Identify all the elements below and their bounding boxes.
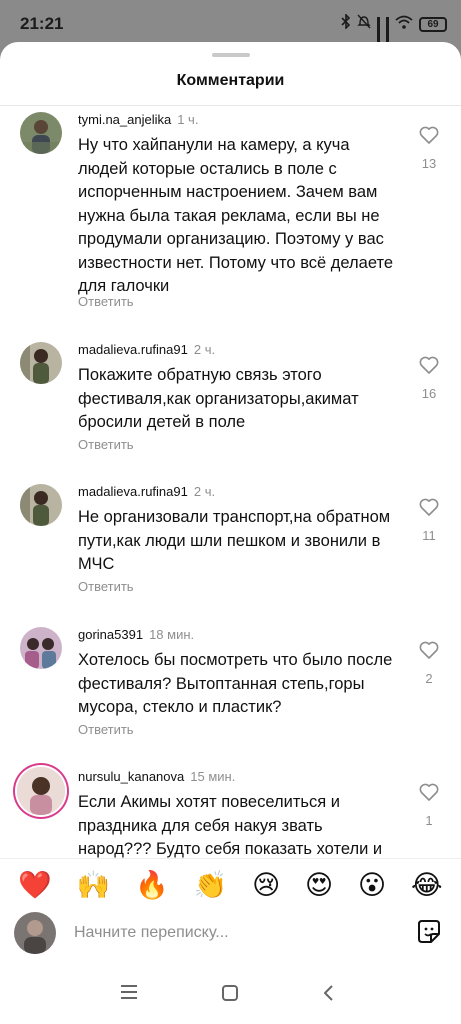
reply-button[interactable]: Ответить <box>78 294 134 309</box>
signal-icon <box>377 17 380 51</box>
system-nav-bar <box>0 960 461 1024</box>
signal-icon-2 <box>386 17 389 51</box>
comment-time: 18 мин. <box>149 627 195 642</box>
username[interactable]: madalieva.rufina91 <box>78 342 188 357</box>
comment-time: 2 ч. <box>193 484 216 499</box>
status-time: 21:21 <box>20 14 64 33</box>
emoji-laughing[interactable]: 😂 <box>411 870 443 900</box>
sticker-icon <box>418 920 440 943</box>
comment-header: madalieva.rufina91 2 ч. <box>78 484 215 499</box>
comment-header: tymi.na_anjelika 1 ч. <box>78 112 198 127</box>
like-button[interactable]: 1 <box>417 783 441 828</box>
compose-bar: Начните переписку... <box>0 910 461 958</box>
emoji-clap[interactable]: 👏 <box>194 870 228 900</box>
like-button[interactable]: 13 <box>417 126 441 171</box>
username[interactable]: gorina5391 <box>78 627 143 642</box>
comment-text: Покажите обратную связь этого фестиваля,… <box>78 366 359 431</box>
comment-text: Не организовали транспорт,на обратном пу… <box>78 508 391 573</box>
emoji-heart[interactable]: ❤️ <box>18 870 52 900</box>
comment-text: Если Акимы хотят повеселиться и праздник… <box>78 793 383 858</box>
like-count: 2 <box>425 671 433 686</box>
like-button[interactable]: 16 <box>417 356 441 401</box>
menu-nav-icon[interactable] <box>120 984 138 1005</box>
emoji-fire[interactable]: 🔥 <box>135 870 169 900</box>
sheet-title: Комментарии <box>176 72 285 89</box>
username[interactable]: madalieva.rufina91 <box>78 484 188 499</box>
battery-icon: 69 <box>419 16 447 32</box>
comment-input[interactable]: Начните переписку... <box>74 924 229 942</box>
my-avatar <box>14 912 56 954</box>
drag-handle[interactable] <box>212 53 250 57</box>
heart-icon <box>419 498 439 516</box>
avatar[interactable] <box>20 112 62 154</box>
avatar-story[interactable] <box>17 767 65 815</box>
emoji-crying[interactable]: 😢 <box>252 870 280 900</box>
username[interactable]: tymi.na_anjelika <box>78 112 171 127</box>
status-icons: 69 <box>341 13 447 51</box>
comment-text: Ну что хайпанули на камеру, а куча людей… <box>78 136 394 295</box>
wifi-icon <box>395 15 413 34</box>
heart-icon <box>419 126 439 144</box>
username[interactable]: nursulu_kananova <box>78 769 184 784</box>
divider <box>0 105 461 106</box>
avatar[interactable] <box>20 627 62 669</box>
heart-icon <box>419 783 439 801</box>
comment-text: Хотелось бы посмотреть что было после фе… <box>78 651 393 716</box>
emoji-surprised[interactable]: 😮 <box>358 870 386 900</box>
avatar[interactable] <box>20 342 62 384</box>
bluetooth-icon <box>341 13 351 34</box>
emoji-reaction-bar: ❤️ 🙌 🔥 👏 😢 😍 😮 😂 <box>0 858 461 910</box>
sticker-button[interactable] <box>415 918 443 951</box>
like-count: 13 <box>421 156 437 171</box>
comment-time: 2 ч. <box>193 342 216 357</box>
comment-header: madalieva.rufina91 2 ч. <box>78 342 215 357</box>
like-count: 16 <box>421 386 437 401</box>
emoji-raised-hands[interactable]: 🙌 <box>77 870 111 900</box>
comment-time: 1 ч. <box>177 112 199 127</box>
like-button[interactable]: 2 <box>417 641 441 686</box>
like-count: 1 <box>425 813 433 828</box>
heart-icon <box>419 356 439 374</box>
comment-header: gorina5391 18 мин. <box>78 627 194 642</box>
comment-time: 15 мин. <box>190 769 236 784</box>
comment-header: nursulu_kananova 15 мин. <box>78 769 235 784</box>
home-nav-icon[interactable] <box>221 984 239 1007</box>
emoji-heart-eyes[interactable]: 😍 <box>305 870 333 900</box>
mute-icon <box>357 14 371 34</box>
like-button[interactable]: 11 <box>417 498 441 543</box>
reply-button[interactable]: Ответить <box>78 722 134 737</box>
like-count: 11 <box>422 528 436 543</box>
avatar[interactable] <box>20 484 62 526</box>
back-nav-icon[interactable] <box>322 984 334 1007</box>
reply-button[interactable]: Ответить <box>78 579 134 594</box>
heart-icon <box>419 641 439 659</box>
reply-button[interactable]: Ответить <box>78 437 134 452</box>
